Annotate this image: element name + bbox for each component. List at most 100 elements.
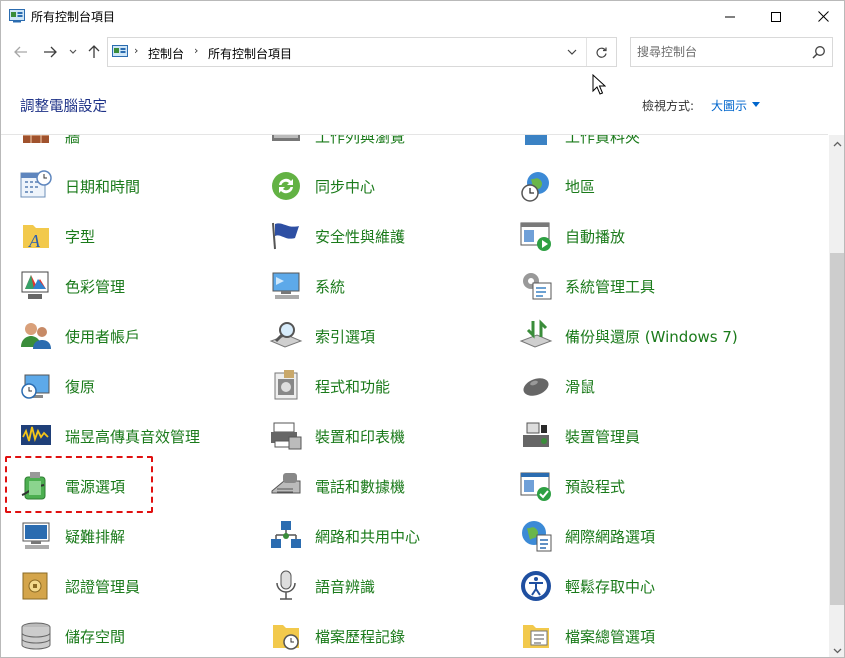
control-panel-item-label[interactable]: 電源選項 bbox=[65, 476, 125, 497]
breadcrumb-separator-icon[interactable]: › bbox=[194, 44, 198, 57]
control-panel-item-label[interactable]: 滑鼠 bbox=[565, 376, 595, 397]
control-panel-item[interactable]: 牆 bbox=[1, 135, 246, 156]
scroll-down-button[interactable] bbox=[829, 642, 844, 657]
control-panel-item[interactable]: 使用者帳戶 bbox=[1, 316, 246, 356]
control-panel-item-label[interactable]: 自動播放 bbox=[565, 226, 625, 247]
refresh-button[interactable] bbox=[586, 38, 616, 66]
control-panel-item[interactable]: 同步中心 bbox=[251, 166, 496, 206]
control-panel-item[interactable]: 裝置管理員 bbox=[501, 416, 746, 456]
file-history-icon bbox=[273, 625, 299, 650]
control-panel-item-label[interactable]: 輕鬆存取中心 bbox=[565, 576, 655, 597]
admin-tools-icon bbox=[523, 273, 552, 300]
search-input[interactable] bbox=[637, 43, 797, 61]
control-panel-item[interactable]: 網際網路選項 bbox=[501, 516, 746, 556]
control-panel-item[interactable]: 檔案歷程記錄 bbox=[251, 616, 496, 656]
control-panel-item-label[interactable]: 工作列與瀏覽 bbox=[315, 135, 405, 147]
scrollbar-thumb[interactable] bbox=[830, 253, 844, 605]
control-panel-item-label[interactable]: 安全性與維護 bbox=[315, 226, 405, 247]
control-panel-item[interactable]: 認證管理員 bbox=[1, 566, 246, 606]
control-panel-item[interactable]: 裝置和印表機 bbox=[251, 416, 496, 456]
control-panel-item[interactable]: 瑞昱高傳真音效管理 bbox=[1, 416, 246, 456]
control-panel-item-label[interactable]: 字型 bbox=[65, 226, 95, 247]
control-panel-item-label[interactable]: 工作資料夾 bbox=[565, 135, 640, 147]
storage-icon bbox=[21, 622, 51, 650]
address-bar[interactable]: › 控制台 › 所有控制台項目 bbox=[107, 37, 617, 67]
control-panel-item[interactable]: A 字型 bbox=[1, 216, 246, 256]
maximize-button[interactable] bbox=[753, 1, 799, 32]
control-panel-item[interactable]: 儲存空間 bbox=[1, 616, 246, 656]
control-panel-item[interactable]: 疑難排解 bbox=[1, 516, 246, 556]
search-box[interactable] bbox=[630, 37, 833, 67]
control-panel-icon bbox=[9, 9, 25, 23]
control-panel-item-label[interactable]: 同步中心 bbox=[315, 176, 375, 197]
control-panel-item-label[interactable]: 網路和共用中心 bbox=[315, 526, 420, 547]
control-panel-item-label[interactable]: 檔案總管選項 bbox=[565, 626, 655, 647]
control-panel-item[interactable]: 備份與還原 (Windows 7) bbox=[501, 316, 746, 356]
control-panel-icon bbox=[112, 45, 128, 57]
work-folders-icon bbox=[525, 135, 547, 145]
minimize-icon bbox=[725, 16, 735, 17]
indexing-icon bbox=[269, 322, 303, 348]
control-panel-item-label[interactable]: 瑞昱高傳真音效管理 bbox=[65, 426, 200, 447]
view-by-dropdown[interactable]: 大圖示 bbox=[711, 97, 747, 114]
control-panel-item-label[interactable]: 備份與還原 (Windows 7) bbox=[565, 326, 738, 347]
default-programs-icon bbox=[520, 472, 551, 501]
control-panel-item[interactable]: 復原 bbox=[1, 366, 246, 406]
close-button[interactable] bbox=[800, 1, 844, 32]
control-panel-item-label[interactable]: 系統管理工具 bbox=[565, 276, 655, 297]
control-panel-window: 所有控制台項目 › 控制台 › 所有控制台項目 搜尋控制台 調整電腦設定 檢視方… bbox=[0, 0, 845, 658]
phone-modem-icon bbox=[271, 473, 301, 494]
control-panel-item-label[interactable]: 疑難排解 bbox=[65, 526, 125, 547]
control-panel-item-label[interactable]: 語音辨識 bbox=[315, 576, 375, 597]
control-panel-item[interactable]: 系統管理工具 bbox=[501, 266, 746, 306]
vertical-scrollbar[interactable] bbox=[829, 135, 844, 657]
control-panel-item[interactable]: 工作資料夾 bbox=[501, 135, 746, 156]
recent-locations-button[interactable] bbox=[63, 39, 83, 65]
breadcrumb-all-items[interactable]: 所有控制台項目 bbox=[208, 45, 292, 62]
control-panel-item[interactable]: 電話和數據機 bbox=[251, 466, 496, 506]
caret-down-icon[interactable] bbox=[752, 102, 760, 107]
control-panel-item-label[interactable]: 檔案歷程記錄 bbox=[315, 626, 405, 647]
control-panel-item[interactable]: 日期和時間 bbox=[1, 166, 246, 206]
control-panel-item[interactable]: 自動播放 bbox=[501, 216, 746, 256]
control-panel-item[interactable]: 檔案總管選項 bbox=[501, 616, 746, 656]
control-panel-item[interactable]: 工作列與瀏覽 bbox=[251, 135, 496, 156]
minimize-button[interactable] bbox=[707, 1, 753, 32]
control-panel-item-label[interactable]: 程式和功能 bbox=[315, 376, 390, 397]
control-panel-item-label[interactable]: 裝置管理員 bbox=[565, 426, 640, 447]
control-panel-item[interactable]: 程式和功能 bbox=[251, 366, 496, 406]
control-panel-item-label[interactable]: 地區 bbox=[565, 176, 595, 197]
control-panel-item-label[interactable]: 復原 bbox=[65, 376, 95, 397]
control-panel-item-label[interactable]: 牆 bbox=[65, 135, 80, 147]
control-panel-item-label[interactable]: 預設程式 bbox=[565, 476, 625, 497]
control-panel-item[interactable]: 安全性與維護 bbox=[251, 216, 496, 256]
breadcrumb-control-panel[interactable]: 控制台 bbox=[148, 45, 184, 62]
control-panel-item-label[interactable]: 儲存空間 bbox=[65, 626, 125, 647]
control-panel-item[interactable]: 輕鬆存取中心 bbox=[501, 566, 746, 606]
control-panel-item[interactable]: 色彩管理 bbox=[1, 266, 246, 306]
scroll-up-button[interactable] bbox=[829, 135, 844, 152]
control-panel-item-label[interactable]: 電話和數據機 bbox=[315, 476, 405, 497]
control-panel-item-label[interactable]: 系統 bbox=[315, 276, 345, 297]
back-button[interactable] bbox=[10, 39, 32, 65]
forward-button[interactable] bbox=[39, 39, 61, 65]
control-panel-item-label[interactable]: 使用者帳戶 bbox=[65, 326, 140, 347]
control-panel-item-label[interactable]: 色彩管理 bbox=[65, 276, 125, 297]
control-panel-item[interactable]: 索引選項 bbox=[251, 316, 496, 356]
breadcrumb-separator-icon[interactable]: › bbox=[134, 44, 138, 57]
control-panel-item[interactable]: 網路和共用中心 bbox=[251, 516, 496, 556]
control-panel-item[interactable]: 預設程式 bbox=[501, 466, 746, 506]
control-panel-item-label[interactable]: 索引選項 bbox=[315, 326, 375, 347]
control-panel-item[interactable]: 滑鼠 bbox=[501, 366, 746, 406]
window-title: 所有控制台項目 bbox=[31, 10, 116, 24]
control-panel-item-label[interactable]: 日期和時間 bbox=[65, 176, 140, 197]
control-panel-item[interactable]: 地區 bbox=[501, 166, 746, 206]
up-button[interactable] bbox=[83, 39, 105, 65]
control-panel-item[interactable]: 語音辨識 bbox=[251, 566, 496, 606]
control-panel-item[interactable]: 電源選項 bbox=[1, 466, 246, 506]
control-panel-item-label[interactable]: 網際網路選項 bbox=[565, 526, 655, 547]
control-panel-item-label[interactable]: 認證管理員 bbox=[65, 576, 140, 597]
control-panel-item[interactable]: 系統 bbox=[251, 266, 496, 306]
address-history-button[interactable] bbox=[560, 38, 584, 66]
control-panel-item-label[interactable]: 裝置和印表機 bbox=[315, 426, 405, 447]
